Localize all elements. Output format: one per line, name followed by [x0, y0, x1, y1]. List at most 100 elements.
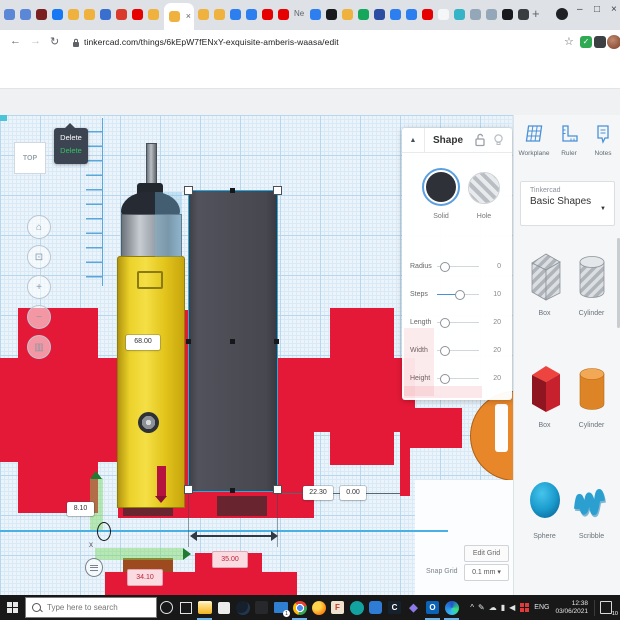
panel-collapse-button[interactable]: ▲	[402, 128, 425, 152]
slider-value[interactable]: 0	[483, 263, 501, 270]
tab-favicon[interactable]	[454, 9, 465, 20]
red-shape-under-panel[interactable]	[400, 408, 462, 448]
snap-grid-dropdown[interactable]: 0.1 mm ▾	[464, 564, 509, 581]
taskbar-app-outlook[interactable]: O	[423, 595, 442, 620]
window-minimize-button[interactable]: –	[577, 4, 583, 15]
taskbar-app-store[interactable]	[214, 595, 233, 620]
tab-favicon[interactable]	[84, 9, 95, 20]
slider-value[interactable]: 20	[483, 347, 501, 354]
viewnav-zoom-out-button[interactable]: −	[27, 305, 51, 329]
edge-handle-bottom[interactable]	[230, 488, 235, 493]
tab-favicon[interactable]	[374, 9, 385, 20]
red-shape-under-panel-leg[interactable]	[400, 448, 410, 496]
shape-box-hole[interactable]: Box	[522, 250, 567, 317]
drag-menu-handle[interactable]	[85, 558, 103, 577]
tray-icon[interactable]: ▮	[501, 603, 505, 612]
shape-sphere[interactable]: Sphere	[522, 473, 567, 540]
base-slot-right[interactable]	[217, 496, 267, 516]
tab-close-button[interactable]: ×	[186, 10, 191, 22]
yellow-object-body[interactable]	[117, 256, 185, 508]
scale-handle-bottom-left[interactable]	[184, 485, 193, 494]
dimension-label-68[interactable]: 68.00	[126, 335, 160, 350]
rotate-handle[interactable]	[97, 522, 111, 541]
tab-favicon[interactable]	[422, 9, 433, 20]
slider-track[interactable]	[437, 290, 479, 299]
tab-favicon[interactable]	[486, 9, 497, 20]
shape-box-solid[interactable]: Box	[522, 362, 567, 429]
start-button[interactable]	[0, 595, 24, 620]
tray-grid-icon[interactable]	[520, 603, 529, 612]
taskbar-app-filezilla[interactable]: F	[328, 595, 347, 620]
new-tab-button[interactable]: +	[532, 6, 540, 21]
taskbar-app-cortana[interactable]	[157, 595, 176, 620]
tab-favicon[interactable]	[342, 9, 353, 20]
tool-notes[interactable]: Notes	[586, 123, 620, 157]
tray-icon[interactable]: ✎	[478, 603, 485, 612]
scale-handle-top-right[interactable]	[273, 186, 282, 195]
tab-favicon[interactable]	[470, 9, 481, 20]
tray-icon[interactable]: ^	[470, 603, 474, 612]
taskbar-app-edge[interactable]	[442, 595, 461, 620]
tab-favicon[interactable]	[4, 9, 15, 20]
reload-button[interactable]: ↻	[50, 35, 59, 48]
shape-cylinder-hole[interactable]: Cylinder	[569, 250, 614, 317]
slider-value[interactable]: 10	[483, 291, 501, 298]
taskbar-app-steam[interactable]	[233, 595, 252, 620]
extension-icon-dark[interactable]	[594, 36, 606, 48]
tab-favicon[interactable]	[36, 9, 47, 20]
tab-favicon[interactable]	[278, 9, 289, 20]
shape-cylinder-solid[interactable]: Cylinder	[569, 362, 614, 429]
browser-profile-icon[interactable]	[556, 8, 568, 20]
tab-favicon[interactable]	[326, 9, 337, 20]
taskbar-app-app-diamond[interactable]: ◆	[404, 595, 423, 620]
notification-center-button[interactable]: 10	[594, 600, 616, 616]
design-canvas[interactable]: TOP Delete Delete ⌂ ⊡ + − ▥	[0, 115, 513, 595]
crimson-stick[interactable]	[157, 466, 166, 496]
search-input[interactable]	[45, 602, 149, 613]
view-cube[interactable]: TOP	[14, 142, 46, 174]
tab-favicon[interactable]	[52, 9, 63, 20]
solid-swatch[interactable]	[422, 168, 460, 206]
window-close-button[interactable]: ×	[611, 4, 617, 15]
taskbar-app-task-view[interactable]	[176, 595, 195, 620]
taskbar-search[interactable]	[25, 597, 157, 618]
back-button[interactable]: ←	[10, 35, 21, 47]
browser-avatar[interactable]	[607, 35, 620, 49]
language-indicator[interactable]: ENG	[534, 604, 549, 611]
tab-favicon[interactable]	[116, 9, 127, 20]
slider-track[interactable]	[437, 346, 479, 355]
active-tab[interactable]: ×	[164, 3, 194, 30]
dimension-label-810[interactable]: 8.10	[67, 502, 94, 516]
tab-favicon[interactable]	[438, 9, 449, 20]
dimension-label-3410[interactable]: 34.10	[127, 569, 163, 586]
slider-handle[interactable]	[440, 318, 450, 328]
edge-handle-right[interactable]	[274, 339, 279, 344]
tab-favicon[interactable]	[310, 9, 321, 20]
taskbar-app-app-blue[interactable]	[366, 595, 385, 620]
taskbar-app-mail[interactable]: 1	[271, 595, 290, 620]
tab-label[interactable]: Ne	[294, 9, 304, 18]
scale-handle-top-left[interactable]	[184, 186, 193, 195]
shape-category-dropdown[interactable]: Tinkercad Basic Shapes ▼	[520, 181, 615, 226]
lock-open-icon[interactable]	[473, 133, 486, 147]
tab-favicon[interactable]	[132, 9, 143, 20]
taskbar-app-app-teal[interactable]	[347, 595, 366, 620]
viewnav-fit-button[interactable]: ⊡	[27, 245, 51, 269]
hole-swatch[interactable]	[468, 172, 500, 204]
tab-favicon[interactable]	[20, 9, 31, 20]
tab-favicon[interactable]	[68, 9, 79, 20]
taskbar-clock[interactable]: 12:38 03/06/2021	[555, 600, 588, 616]
taskbar-app-app-c[interactable]: C	[385, 595, 404, 620]
slider-value[interactable]: 20	[483, 375, 501, 382]
viewnav-perspective-button[interactable]: ▥	[27, 335, 51, 359]
dimension-label-000[interactable]: 0.00	[340, 486, 366, 500]
taskbar-app-firefox[interactable]	[309, 595, 328, 620]
tool-workplane[interactable]: Workplane	[517, 123, 551, 157]
tab-favicon[interactable]	[214, 9, 225, 20]
tab-favicon[interactable]	[148, 9, 159, 20]
slider-track[interactable]	[437, 262, 479, 271]
tool-ruler[interactable]: Ruler	[552, 123, 586, 157]
red-shape-left-horizontal[interactable]	[0, 358, 118, 462]
scale-handle-bottom-right[interactable]	[273, 485, 282, 494]
slider-track[interactable]	[437, 318, 479, 327]
